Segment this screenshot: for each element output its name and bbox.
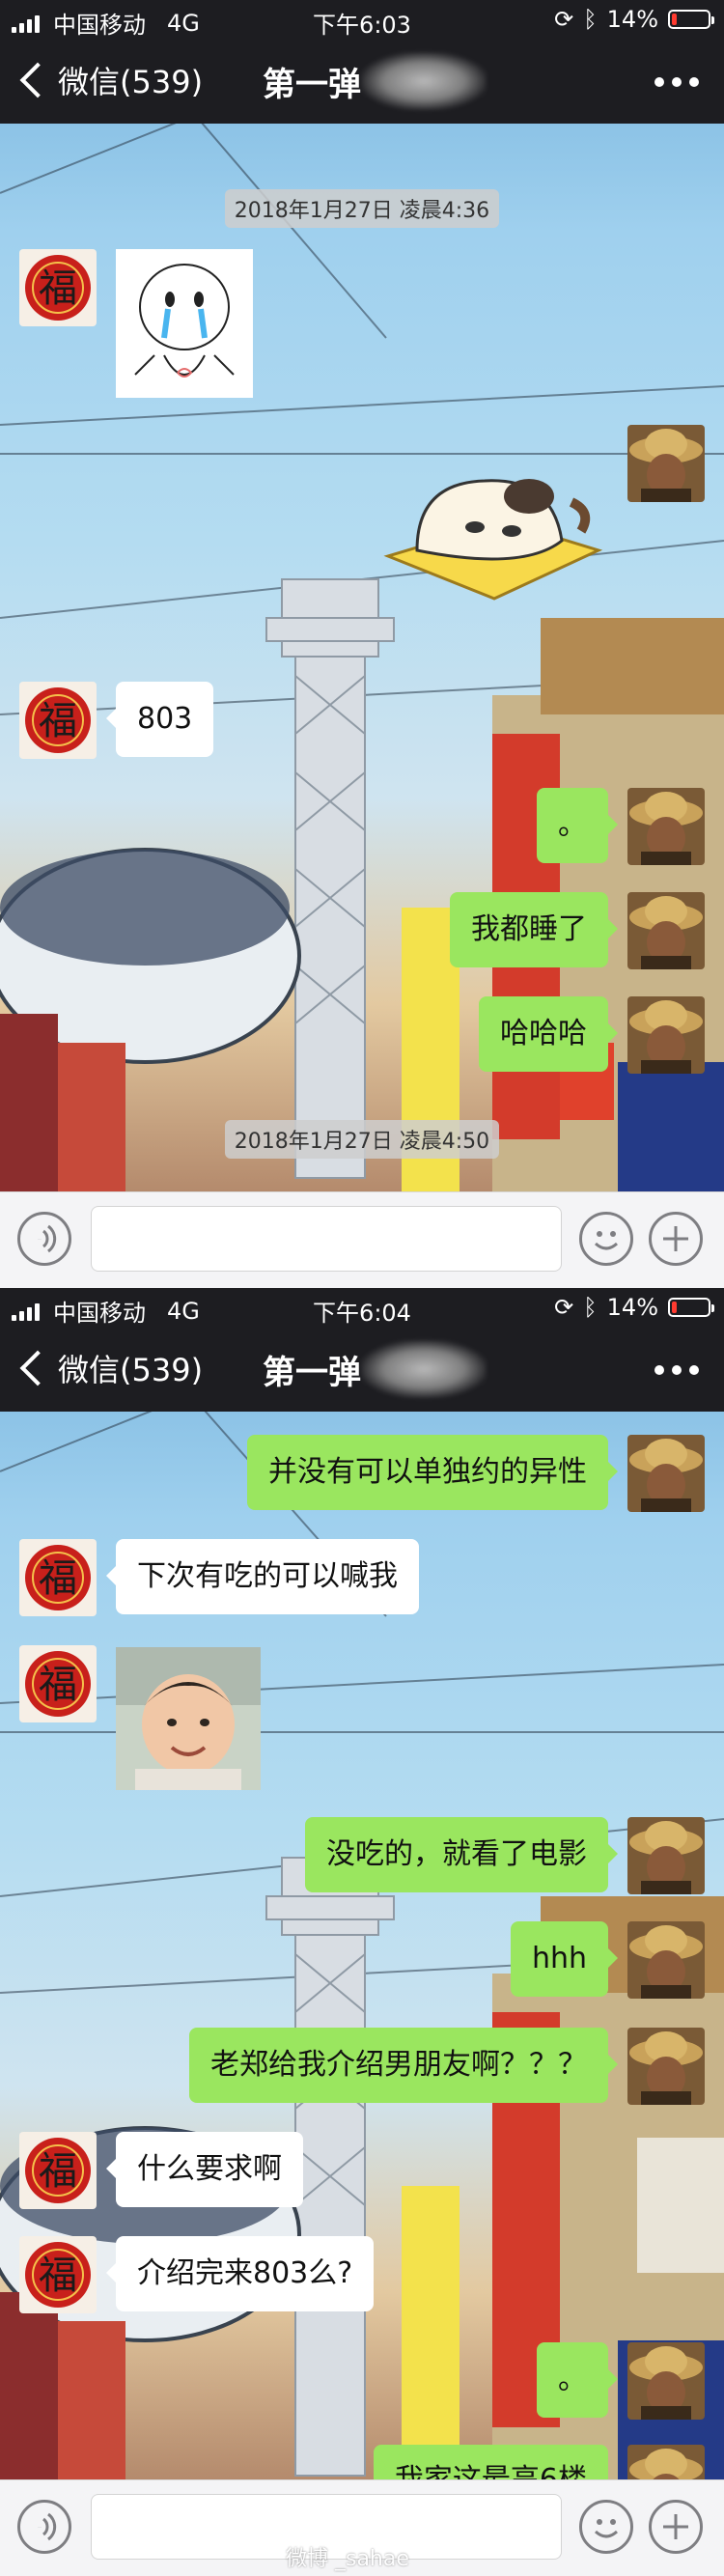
- battery-percent: 14%: [606, 6, 658, 33]
- more-button[interactable]: [654, 77, 699, 87]
- battery-icon: [668, 10, 714, 29]
- sticker-sleeping-bread[interactable]: [378, 463, 603, 602]
- message-bubble-outgoing[interactable]: 我都睡了: [450, 892, 618, 967]
- status-right: ⟳ ᛒ 14%: [554, 6, 714, 33]
- emoji-button[interactable]: [579, 1212, 633, 1266]
- svg-text:福: 福: [39, 1556, 77, 1601]
- message-bubble-incoming[interactable]: 803: [105, 682, 214, 757]
- chevron-left-icon: [19, 62, 56, 98]
- message-bubble-outgoing[interactable]: 。: [537, 2342, 618, 2418]
- more-button[interactable]: [654, 1365, 699, 1375]
- contact-avatar[interactable]: 福: [19, 2236, 97, 2313]
- bluetooth-icon: ᛒ: [583, 1294, 598, 1321]
- plus-icon: [663, 1226, 688, 1251]
- contact-avatar[interactable]: 福: [19, 2132, 97, 2209]
- voice-button[interactable]: [17, 2500, 71, 2554]
- svg-text:福: 福: [39, 266, 77, 311]
- my-avatar[interactable]: [627, 1435, 705, 1512]
- orientation-lock-icon: ⟳: [554, 6, 574, 33]
- message-bubble-incoming[interactable]: 介绍完来803么?: [105, 2236, 375, 2311]
- battery-percent: 14%: [606, 1294, 658, 1321]
- message-bubble-outgoing[interactable]: 并没有可以单独约的异性: [247, 1435, 618, 1510]
- nav-bar: 微信(539) 第一弹: [0, 1327, 724, 1412]
- bluetooth-icon: ᛒ: [583, 6, 598, 33]
- message-bubble-outgoing[interactable]: hhh: [510, 1921, 619, 1997]
- contact-avatar[interactable]: 福: [19, 682, 97, 759]
- back-label: 微信(539): [58, 64, 204, 100]
- plus-button[interactable]: [649, 1212, 703, 1266]
- my-avatar[interactable]: [627, 425, 705, 502]
- message-bubble-outgoing[interactable]: 没吃的，就看了电影: [305, 1817, 618, 1892]
- my-avatar[interactable]: [627, 788, 705, 865]
- my-avatar[interactable]: [627, 1921, 705, 1999]
- status-bar: 中国移动 4G 下午6:03 ⟳ ᛒ 14%: [0, 0, 724, 39]
- sticker-crying-figure[interactable]: [116, 249, 253, 398]
- my-avatar[interactable]: [627, 892, 705, 969]
- sticker-toddler-photo[interactable]: [116, 1647, 261, 1790]
- voice-button[interactable]: [17, 1212, 71, 1266]
- svg-text:福: 福: [39, 2254, 77, 2298]
- svg-text:福: 福: [39, 699, 77, 743]
- message-bubble-outgoing[interactable]: 我家这最高6楼: [373, 2445, 608, 2479]
- message-bubble-outgoing[interactable]: 哈哈哈: [479, 996, 618, 1072]
- status-bar: 中国移动 4G 下午6:04 ⟳ ᛒ 14%: [0, 1288, 724, 1327]
- chat-screen-1: 中国移动 4G 下午6:03 ⟳ ᛒ 14% 微信(539) 第一弹 2018年…: [0, 0, 724, 1288]
- redaction-scribble: [361, 52, 487, 110]
- emoji-icon: [594, 2519, 619, 2538]
- message-bubble-incoming[interactable]: 下次有吃的可以喊我: [106, 1539, 419, 1614]
- emoji-icon: [594, 1231, 619, 1250]
- emoji-button[interactable]: [579, 2500, 633, 2554]
- plus-icon: [663, 2514, 688, 2539]
- message-bubble-outgoing[interactable]: 。: [537, 788, 618, 863]
- voice-icon: [38, 1224, 57, 1253]
- chat-title: 第一弹: [263, 66, 361, 104]
- contact-avatar[interactable]: 福: [19, 1539, 97, 1616]
- timestamp: 2018年1月27日 凌晨4:50: [0, 1120, 724, 1159]
- nav-bar: 微信(539) 第一弹: [0, 39, 724, 124]
- svg-text:福: 福: [39, 1663, 77, 1707]
- message-bubble-outgoing[interactable]: 老郑给我介绍男朋友啊？？？: [189, 2028, 618, 2103]
- plus-button[interactable]: [649, 2500, 703, 2554]
- my-avatar[interactable]: [627, 996, 705, 1074]
- back-button[interactable]: 微信(539): [15, 58, 203, 102]
- battery-icon: [668, 1298, 714, 1317]
- timestamp: 2018年1月27日 凌晨4:36: [0, 189, 724, 228]
- status-right: ⟳ ᛒ 14%: [554, 1294, 714, 1321]
- chat-title: 第一弹: [263, 1354, 361, 1392]
- weibo-watermark: 微博 _sahae: [286, 2547, 409, 2571]
- my-avatar[interactable]: [627, 2342, 705, 2420]
- battery-level: [672, 14, 677, 25]
- svg-text:福: 福: [39, 2149, 77, 2194]
- my-avatar[interactable]: [627, 1817, 705, 1894]
- orientation-lock-icon: ⟳: [554, 1294, 574, 1321]
- redaction-scribble: [361, 1340, 487, 1398]
- contact-avatar[interactable]: 福: [19, 249, 97, 326]
- back-label: 微信(539): [58, 1352, 204, 1388]
- back-button[interactable]: 微信(539): [15, 1346, 203, 1390]
- chevron-left-icon: [19, 1350, 56, 1386]
- message-input[interactable]: [91, 1206, 562, 1272]
- contact-avatar[interactable]: 福: [19, 1645, 97, 1722]
- voice-icon: [38, 2512, 57, 2541]
- message-bubble-incoming[interactable]: 什么要求啊: [106, 2132, 303, 2207]
- chat-screen-2: 中国移动 4G 下午6:04 ⟳ ᛒ 14% 微信(539) 第一弹 并没有可以…: [0, 1288, 724, 2576]
- input-bar: [0, 1191, 724, 1288]
- my-avatar[interactable]: [627, 2028, 705, 2105]
- battery-level: [672, 1302, 677, 1313]
